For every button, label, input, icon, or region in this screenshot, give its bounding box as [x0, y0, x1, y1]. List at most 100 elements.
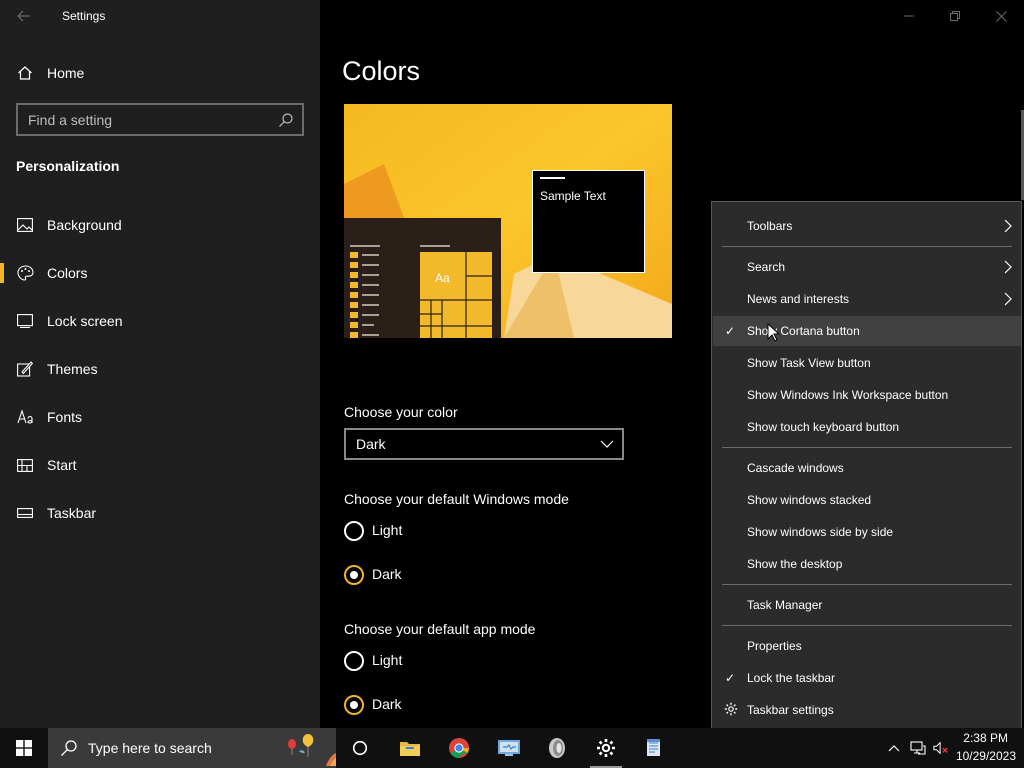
taskbar-notepad-app[interactable]: [630, 728, 678, 768]
network-app-icon: [498, 740, 520, 756]
sidebar-item-label: Colors: [47, 265, 88, 281]
menu-item-taskbar-settings[interactable]: Taskbar settings: [713, 695, 1021, 725]
menu-item-task-manager[interactable]: Task Manager: [713, 590, 1021, 620]
windows-mode-dark-option[interactable]: Dark: [344, 564, 544, 586]
menu-item-lock-the-taskbar[interactable]: ✓ Lock the taskbar: [713, 663, 1021, 693]
menu-item-label: Show Task View button: [747, 356, 871, 370]
menu-item-show-cortana-button[interactable]: ✓ Show Cortana button: [713, 316, 1021, 346]
home-nav-item[interactable]: Home: [0, 53, 320, 93]
sidebar-item-start[interactable]: Start: [0, 445, 320, 485]
volume-tray-button[interactable]: [933, 740, 949, 756]
menu-separator: [722, 246, 1012, 247]
menu-item-show-touch-keyboard-button[interactable]: Show touch keyboard button: [713, 412, 1021, 442]
menu-item-show-the-desktop[interactable]: Show the desktop: [713, 549, 1021, 579]
menu-item-toolbars[interactable]: Toolbars: [713, 211, 1021, 241]
taskbar-chrome[interactable]: [435, 728, 483, 768]
lock-screen-icon: [16, 312, 34, 330]
menu-item-search[interactable]: Search: [713, 252, 1021, 282]
menu-item-label: Toolbars: [747, 219, 793, 233]
taskbar-media-app[interactable]: [533, 728, 581, 768]
sidebar-item-label: Taskbar: [47, 505, 97, 521]
sidebar-item-themes[interactable]: Themes: [0, 349, 320, 389]
picture-icon: [16, 216, 34, 234]
app-mode-dark-option[interactable]: Dark: [344, 694, 544, 716]
theme-preview: Aa Sample Text: [344, 104, 672, 338]
checkmark-icon: ✓: [725, 324, 736, 338]
search-icon: [279, 113, 293, 127]
radio-button[interactable]: [344, 521, 364, 541]
show-hidden-icons-button[interactable]: [886, 740, 902, 756]
settings-sidebar: Settings Home Personalization Background…: [0, 0, 320, 728]
preview-tile-text: Aa: [435, 271, 450, 285]
notepad-app-icon: [647, 739, 660, 756]
file-explorer-icon: [400, 742, 420, 756]
taskbar-icon: [16, 504, 34, 522]
dropdown-selected-value: Dark: [356, 436, 386, 452]
sidebar-item-fonts[interactable]: Fonts: [0, 397, 320, 437]
find-setting-search-box[interactable]: [16, 103, 304, 136]
taskbar-file-explorer[interactable]: [386, 728, 434, 768]
find-setting-input[interactable]: [28, 110, 268, 130]
menu-item-show-windows-ink-workspace-button[interactable]: Show Windows Ink Workspace button: [713, 380, 1021, 410]
radio-button[interactable]: [344, 651, 364, 671]
clock-time[interactable]: 2:38 PM: [963, 731, 1008, 745]
fonts-icon: [16, 408, 34, 426]
app-mode-light-option[interactable]: Light: [344, 650, 544, 672]
sidebar-item-taskbar[interactable]: Taskbar: [0, 493, 320, 533]
restore-icon: [950, 11, 960, 21]
menu-item-label: Show the desktop: [747, 557, 843, 571]
menu-item-news-and-interests[interactable]: News and interests: [713, 284, 1021, 314]
themes-icon: [16, 360, 34, 378]
menu-item-show-windows-side-by-side[interactable]: Show windows side by side: [713, 517, 1021, 547]
taskbar-settings[interactable]: [582, 728, 630, 768]
clock-date[interactable]: 10/29/2023: [956, 749, 1016, 763]
radio-button-checked[interactable]: [344, 565, 364, 585]
minimize-button[interactable]: [886, 0, 932, 32]
restore-button[interactable]: [932, 0, 978, 32]
windows-mode-light-option[interactable]: Light: [344, 520, 544, 542]
sidebar-item-label: Lock screen: [47, 313, 123, 329]
sample-window-bar: [540, 177, 565, 179]
menu-item-label: Search: [747, 260, 786, 274]
home-label: Home: [47, 65, 85, 81]
taskbar-search-box[interactable]: Type here to search: [48, 728, 336, 768]
media-app-icon: [549, 738, 565, 758]
chevron-right-icon: [1004, 260, 1012, 274]
network-icon: [910, 741, 926, 755]
sidebar-item-label: Background: [47, 217, 122, 233]
start-button[interactable]: [0, 728, 48, 768]
sidebar-item-background[interactable]: Background: [0, 205, 320, 245]
menu-item-label: Task Manager: [747, 598, 823, 612]
window-title: Settings: [62, 9, 106, 23]
menu-item-label: Show Cortana button: [747, 324, 860, 338]
sidebar-item-lock-screen[interactable]: Lock screen: [0, 301, 320, 341]
menu-item-label: Show windows side by side: [747, 525, 894, 539]
menu-item-label: Show Windows Ink Workspace button: [747, 388, 949, 402]
taskbar-cortana-button[interactable]: [336, 728, 384, 768]
search-highlight-icon: [288, 734, 336, 766]
taskbar-search-text: Type here to search: [88, 740, 212, 756]
menu-item-cascade-windows[interactable]: Cascade windows: [713, 453, 1021, 483]
radio-button-checked[interactable]: [344, 695, 364, 715]
choose-color-label: Choose your color: [344, 404, 458, 420]
menu-separator: [722, 447, 1012, 448]
sample-text: Sample Text: [540, 189, 606, 203]
color-mode-dropdown[interactable]: Dark: [344, 428, 624, 460]
menu-item-properties[interactable]: Properties: [713, 631, 1021, 661]
gear-icon: [724, 702, 738, 719]
sidebar-item-label: Themes: [47, 361, 98, 377]
menu-item-show-task-view-button[interactable]: Show Task View button: [713, 348, 1021, 378]
sidebar-item-colors[interactable]: Colors: [0, 253, 320, 293]
back-button[interactable]: [0, 0, 48, 32]
radio-label: Dark: [372, 566, 402, 582]
taskbar-network-app[interactable]: [485, 728, 533, 768]
start-menu-preview: Aa: [344, 218, 501, 338]
close-button[interactable]: [978, 0, 1024, 32]
selected-indicator: [0, 263, 4, 283]
network-tray-button[interactable]: [910, 740, 926, 756]
windows-logo-icon: [16, 740, 32, 756]
cortana-icon: [352, 740, 368, 756]
app-mode-label: Choose your default app mode: [344, 621, 536, 637]
menu-item-show-windows-stacked[interactable]: Show windows stacked: [713, 485, 1021, 515]
sample-window-preview: Sample Text: [532, 170, 645, 273]
